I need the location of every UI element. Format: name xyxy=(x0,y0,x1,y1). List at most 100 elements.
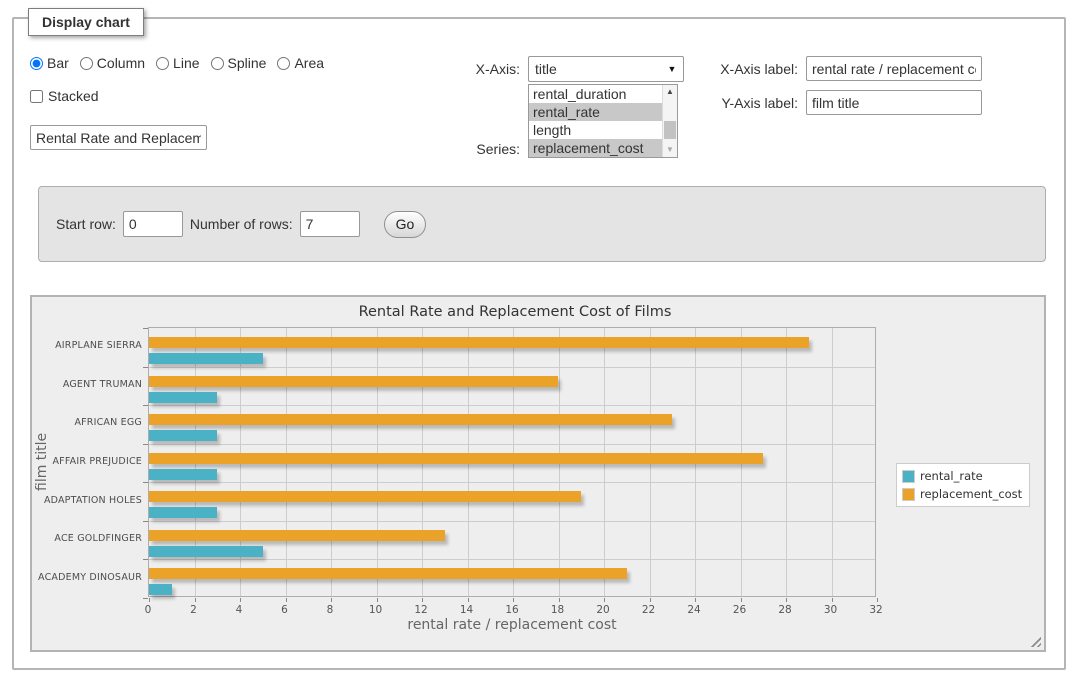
bar-rental_rate xyxy=(149,353,263,364)
x-axis-selected-value: title xyxy=(529,61,661,77)
radio-bar[interactable] xyxy=(30,57,43,70)
x-tick-mark xyxy=(695,598,696,602)
bar-rental_rate xyxy=(149,469,217,480)
legend-swatch-icon xyxy=(902,488,915,501)
x-tick-mark xyxy=(331,598,332,602)
x-tick-mark xyxy=(650,598,651,602)
gridline xyxy=(149,444,875,445)
x-tick-label: 4 xyxy=(236,604,243,616)
go-button[interactable]: Go xyxy=(384,211,427,238)
x-tick-label: 8 xyxy=(327,604,334,616)
series-option-rental_duration[interactable]: rental_duration xyxy=(529,85,662,103)
category-label: AFRICAN EGG xyxy=(32,417,142,428)
x-tick-label: 12 xyxy=(414,604,427,616)
radio-label: Area xyxy=(294,55,324,71)
radio-line[interactable] xyxy=(156,57,169,70)
gridline xyxy=(149,482,875,483)
bar-replacement_cost xyxy=(149,491,581,502)
x-tick-label: 30 xyxy=(824,604,837,616)
x-tick-label: 26 xyxy=(733,604,746,616)
x-axis-label-input[interactable] xyxy=(806,56,982,81)
radio-spline[interactable] xyxy=(211,57,224,70)
chart-container: Rental Rate and Replacement Cost of Film… xyxy=(30,295,1046,652)
gridline xyxy=(832,328,833,596)
stacked-label: Stacked xyxy=(48,88,99,104)
chart-x-axis-title: rental rate / replacement cost xyxy=(148,617,876,633)
chart-type-option-line[interactable]: Line xyxy=(156,55,199,71)
y-axis-label-caption: Y-Axis label: xyxy=(690,95,798,111)
legend-label: rental_rate xyxy=(920,469,983,483)
scroll-down-icon[interactable]: ▼ xyxy=(663,143,677,157)
x-tick-label: 18 xyxy=(551,604,564,616)
category-label: AIRPLANE SIERRA xyxy=(32,340,142,351)
x-axis-label-caption: X-Axis label: xyxy=(690,61,798,77)
stacked-checkbox-row[interactable]: Stacked xyxy=(30,88,99,104)
category-label: AFFAIR PREJUDICE xyxy=(32,456,142,467)
y-tick-mark xyxy=(143,521,148,522)
category-label: ACE GOLDFINGER xyxy=(32,533,142,544)
bar-rental_rate xyxy=(149,546,263,557)
radio-label: Spline xyxy=(228,55,267,71)
num-rows-input[interactable] xyxy=(300,211,360,237)
radio-column[interactable] xyxy=(80,57,93,70)
radio-area[interactable] xyxy=(277,57,290,70)
series-listbox[interactable]: rental_durationrental_ratelengthreplacem… xyxy=(528,84,678,158)
resize-handle-icon[interactable] xyxy=(1030,636,1041,647)
chart-type-option-bar[interactable]: Bar xyxy=(30,55,69,71)
x-tick-label: 10 xyxy=(369,604,382,616)
start-row-input[interactable] xyxy=(123,211,183,237)
bar-rental_rate xyxy=(149,392,217,403)
chart-title-input[interactable] xyxy=(30,125,207,150)
y-tick-mark xyxy=(143,405,148,406)
panel-title: Display chart xyxy=(28,8,144,36)
series-option-replacement_cost[interactable]: replacement_cost xyxy=(529,139,662,157)
chart-type-option-area[interactable]: Area xyxy=(277,55,324,71)
gridline xyxy=(149,405,875,406)
radio-label: Line xyxy=(173,55,199,71)
category-label: ADAPTATION HOLES xyxy=(32,495,142,506)
y-tick-mark xyxy=(143,482,148,483)
chart-type-option-spline[interactable]: Spline xyxy=(211,55,267,71)
y-axis-label-input[interactable] xyxy=(806,90,982,115)
chevron-down-icon: ▼ xyxy=(661,64,683,74)
y-tick-mark xyxy=(143,367,148,368)
x-tick-label: 16 xyxy=(505,604,518,616)
legend-item-rental_rate: rental_rate xyxy=(902,469,1022,483)
chart-type-option-column[interactable]: Column xyxy=(80,55,145,71)
gridline xyxy=(149,521,875,522)
series-option-length[interactable]: length xyxy=(529,121,662,139)
bar-rental_rate xyxy=(149,507,217,518)
legend-item-replacement_cost: replacement_cost xyxy=(902,487,1022,501)
x-tick-mark xyxy=(786,598,787,602)
series-scrollbar[interactable]: ▲ ▼ xyxy=(662,85,677,157)
x-tick-label: 14 xyxy=(460,604,473,616)
category-label: AGENT TRUMAN xyxy=(32,379,142,390)
scroll-up-icon[interactable]: ▲ xyxy=(663,85,677,99)
legend-swatch-icon xyxy=(902,470,915,483)
chart-plot-area xyxy=(148,327,876,597)
x-tick-mark xyxy=(149,598,150,602)
x-tick-mark xyxy=(286,598,287,602)
gridline xyxy=(149,559,875,560)
x-tick-label: 6 xyxy=(281,604,288,616)
y-tick-mark xyxy=(143,328,148,329)
x-axis-select[interactable]: title ▼ xyxy=(528,56,684,82)
row-range-box: Start row: Number of rows: Go xyxy=(38,186,1046,262)
x-tick-mark xyxy=(195,598,196,602)
x-tick-label: 24 xyxy=(687,604,700,616)
x-tick-mark xyxy=(877,598,878,602)
radio-label: Column xyxy=(97,55,145,71)
x-tick-mark xyxy=(468,598,469,602)
x-tick-label: 2 xyxy=(190,604,197,616)
scrollbar-thumb[interactable] xyxy=(664,121,676,139)
bar-replacement_cost xyxy=(149,414,672,425)
x-tick-mark xyxy=(240,598,241,602)
bar-rental_rate xyxy=(149,584,172,595)
x-tick-label: 28 xyxy=(778,604,791,616)
x-tick-mark xyxy=(604,598,605,602)
x-tick-mark xyxy=(741,598,742,602)
stacked-checkbox[interactable] xyxy=(30,90,43,103)
y-tick-mark xyxy=(143,444,148,445)
x-axis-select-label: X-Axis: xyxy=(430,61,520,77)
series-option-rental_rate[interactable]: rental_rate xyxy=(529,103,662,121)
